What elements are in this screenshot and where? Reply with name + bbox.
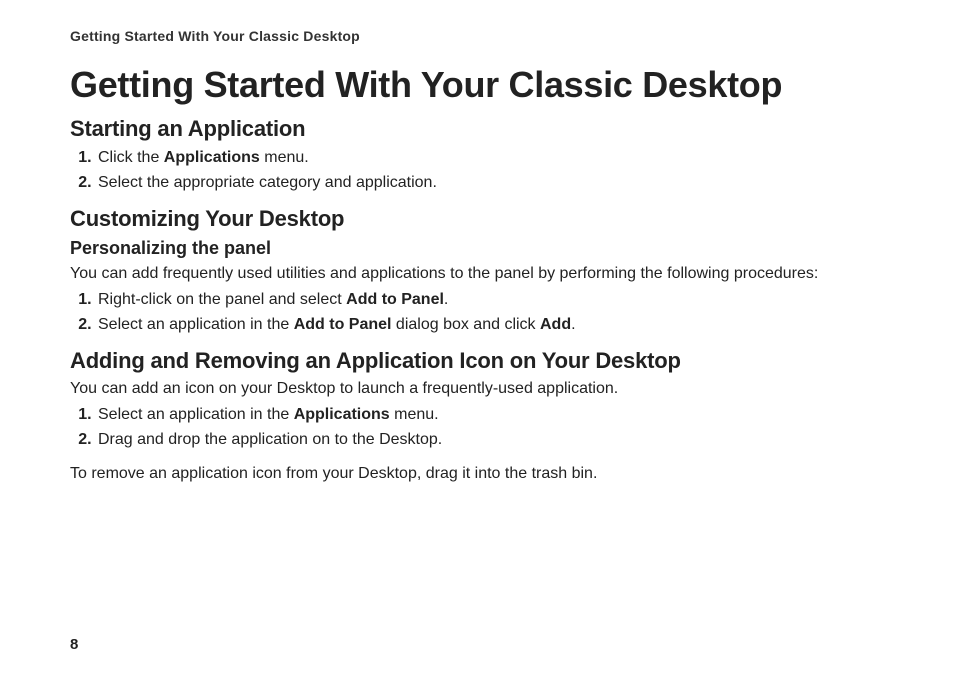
paragraph: You can add an icon on your Desktop to l… [70, 378, 884, 400]
steps-list: Right-click on the panel and select Add … [70, 288, 884, 338]
subsection-heading-panel: Personalizing the panel [70, 238, 884, 259]
text: menu. [390, 406, 439, 423]
paragraph: To remove an application icon from your … [70, 463, 884, 485]
text: Select an application in the [98, 406, 294, 423]
bold-text: Add to Panel [346, 291, 444, 308]
paragraph: You can add frequently used utilities an… [70, 263, 884, 285]
text: . [571, 316, 575, 333]
step-item: Right-click on the panel and select Add … [96, 288, 884, 313]
section-heading-starting-app: Starting an Application [70, 116, 884, 142]
bold-text: Applications [164, 149, 260, 166]
text: dialog box and click [391, 316, 540, 333]
steps-list: Select an application in the Application… [70, 403, 884, 453]
bold-text: Add to Panel [294, 316, 392, 333]
text: menu. [260, 149, 309, 166]
document-page: Getting Started With Your Classic Deskto… [0, 0, 954, 485]
text: Right-click on the panel and select [98, 291, 346, 308]
section-heading-adding-removing: Adding and Removing an Application Icon … [70, 348, 884, 374]
step-item: Select the appropriate category and appl… [96, 171, 884, 196]
text: . [444, 291, 448, 308]
running-header: Getting Started With Your Classic Deskto… [70, 28, 884, 44]
step-item: Click the Applications menu. [96, 146, 884, 171]
step-item: Select an application in the Application… [96, 403, 884, 428]
steps-list: Click the Applications menu. Select the … [70, 146, 884, 196]
text: Click the [98, 149, 164, 166]
page-title: Getting Started With Your Classic Deskto… [70, 64, 884, 106]
step-item: Select an application in the Add to Pane… [96, 313, 884, 338]
bold-text: Applications [294, 406, 390, 423]
page-number: 8 [70, 636, 78, 653]
step-item: Drag and drop the application on to the … [96, 428, 884, 453]
section-heading-customizing: Customizing Your Desktop [70, 206, 884, 232]
bold-text: Add [540, 316, 571, 333]
text: Select an application in the [98, 316, 294, 333]
